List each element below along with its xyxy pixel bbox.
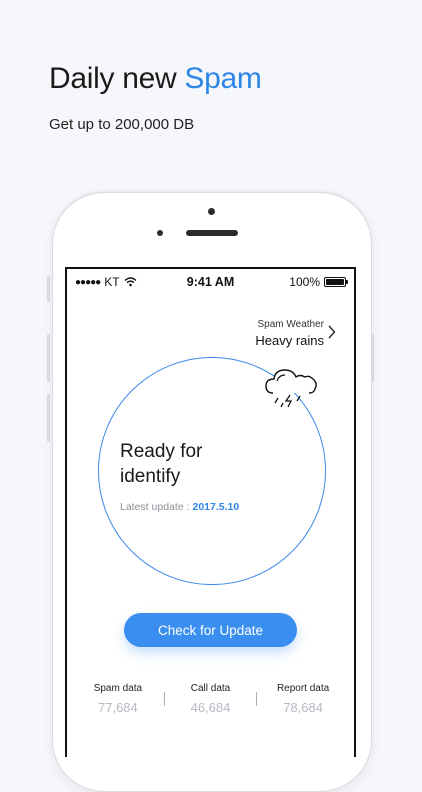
stat-label: Call data	[190, 683, 231, 694]
latest-update: Latest update :2017.5.10	[120, 501, 239, 513]
spam-weather-link[interactable]: Spam Weather Heavy rains	[255, 319, 324, 348]
battery-icon	[324, 277, 348, 287]
status-text: Ready for identify	[120, 439, 202, 489]
phone-mute-switch	[47, 276, 50, 302]
battery-percent: 100%	[289, 275, 320, 289]
phone-volume-up	[47, 334, 50, 382]
spam-weather-value: Heavy rains	[255, 333, 324, 348]
check-for-update-button[interactable]: Check for Update	[124, 613, 297, 647]
phone-power-button	[371, 334, 374, 382]
latest-update-label: Latest update :	[120, 501, 190, 513]
headline-accent: Spam	[184, 62, 262, 95]
stat-divider	[256, 692, 258, 706]
stat-call-data: Call data 46,684	[170, 683, 250, 715]
wifi-icon	[124, 277, 137, 287]
stat-value: 46,684	[190, 700, 231, 715]
status-bar: ●●●●● KT 9:41 AM 100%	[67, 269, 354, 295]
phone-screen: ●●●●● KT 9:41 AM 100% Spam Weather Heavy…	[65, 267, 356, 757]
stat-value: 77,684	[98, 700, 138, 715]
headline-prefix: Daily new	[49, 62, 185, 95]
spam-weather-label: Spam Weather	[257, 319, 324, 330]
stat-divider	[163, 692, 165, 706]
stats-row: Spam data 77,684 Call data 46,684 Report…	[67, 683, 354, 715]
latest-update-date: 2017.5.10	[192, 501, 240, 513]
status-line-1: Ready for	[120, 441, 203, 462]
phone-volume-down	[47, 394, 50, 442]
stat-label: Spam data	[93, 683, 143, 694]
stat-value: 78,684	[283, 700, 323, 715]
signal-dots-icon: ●●●●●	[75, 276, 101, 288]
headline: Daily new Spam	[49, 62, 262, 96]
subheadline: Get up to 200,000 DB	[49, 116, 195, 133]
stat-spam-data: Spam data 77,684	[78, 683, 158, 715]
stat-report-data: Report data 78,684	[263, 683, 343, 715]
speaker-grille	[186, 230, 238, 236]
status-line-2: identify	[120, 466, 181, 487]
carrier-name: KT	[104, 275, 120, 289]
stat-label: Report data	[276, 683, 330, 694]
rain-cloud-icon	[265, 369, 317, 408]
chevron-right-icon[interactable]	[327, 325, 336, 339]
sensor-dot	[157, 230, 163, 236]
camera-icon	[208, 208, 215, 215]
